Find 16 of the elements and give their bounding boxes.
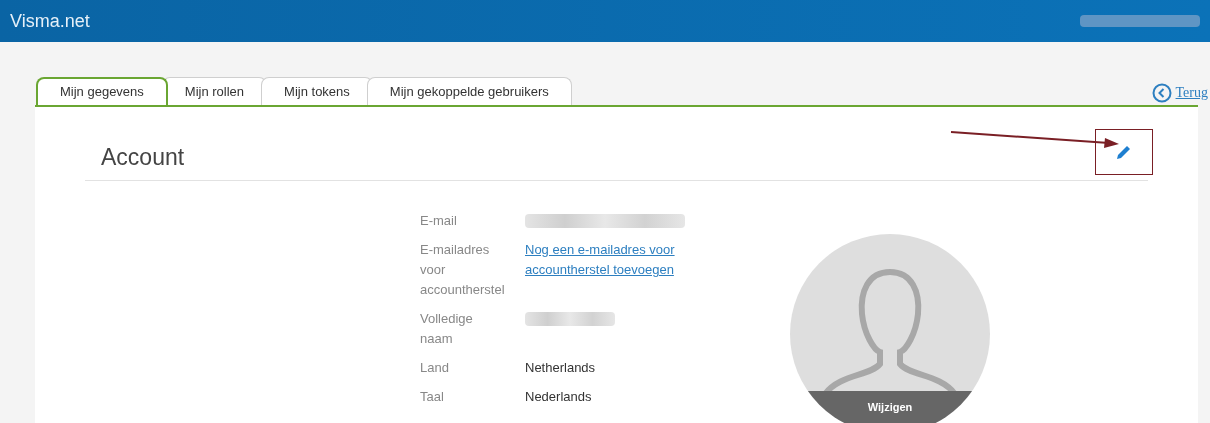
field-value: Netherlands [525,359,596,377]
tab[interactable]: Mijn gekoppelde gebruikers [366,77,572,105]
add-recovery-email-link[interactable]: Nog een e-mailadres voor accountherstel toevoegen [525,240,715,300]
edit-button[interactable] [1095,129,1153,175]
field-label: Taal [420,388,445,406]
section-title: Account [100,142,185,172]
back-icon [1151,82,1172,103]
back-link[interactable]: Terug [1175,82,1208,103]
field-label: E-mail [420,212,458,230]
field-label: Land [420,359,450,377]
app-title: Visma.net [10,9,90,33]
field-value: Nederlands [525,388,592,406]
field-label: Volledige naam [420,310,474,348]
tab[interactable]: Mijn gegevens [36,77,168,105]
field-label: E-mailadres voor accountherstel [420,241,506,299]
pencil-icon [1115,143,1133,161]
